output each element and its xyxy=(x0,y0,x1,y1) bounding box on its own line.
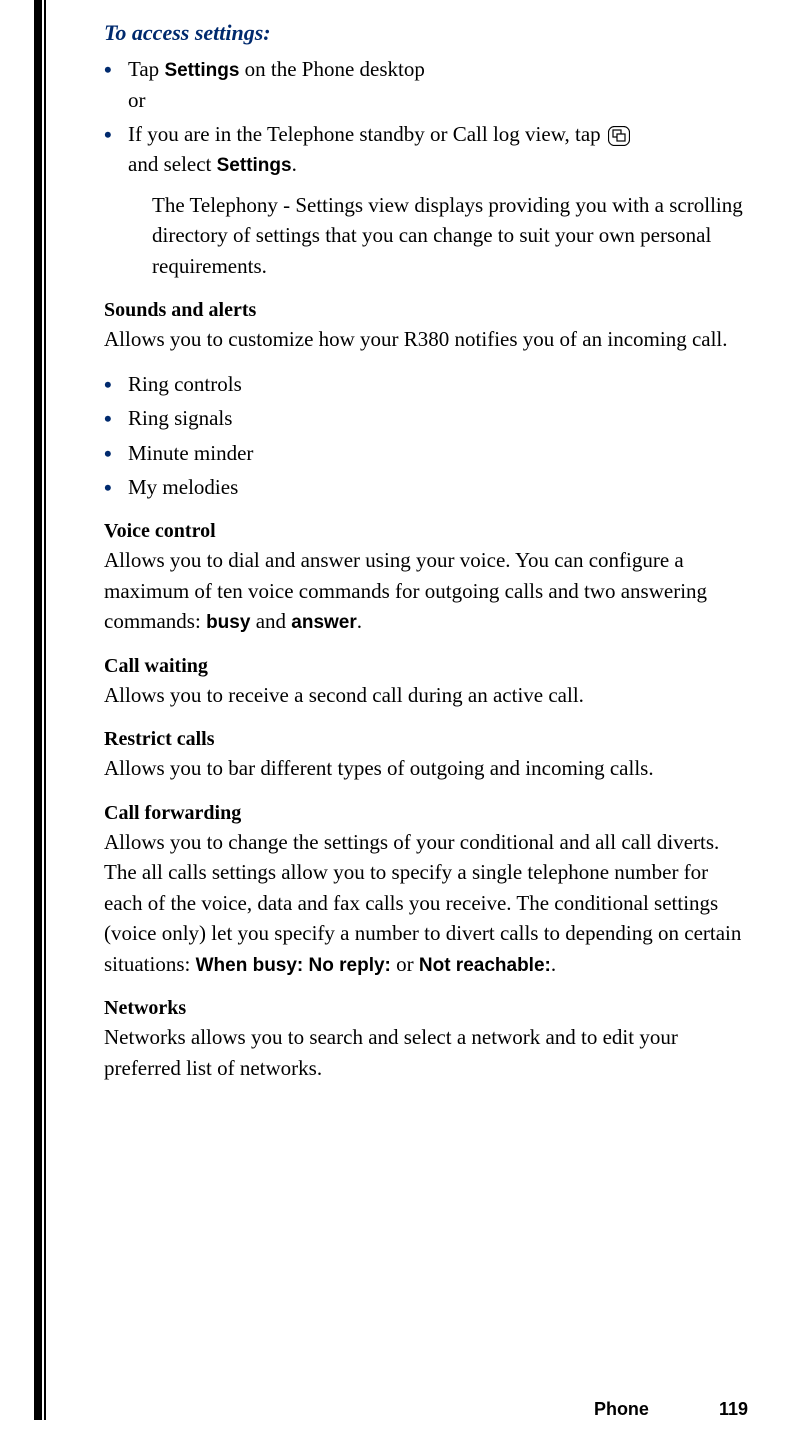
section-body: Allows you to bar different types of out… xyxy=(104,753,748,783)
windows-icon xyxy=(608,126,630,146)
list-item: My melodies xyxy=(104,472,748,502)
access-steps-list: Tap Settings on the Phone desktop or If … xyxy=(104,54,748,180)
list-item: Tap Settings on the Phone desktop or xyxy=(104,54,748,115)
section-body: Allows you to receive a second call duri… xyxy=(104,680,748,710)
when-busy-label: When busy: xyxy=(196,955,304,976)
section-body: Allows you to change the settings of you… xyxy=(104,827,748,979)
settings-label: Settings xyxy=(164,60,239,81)
section-title-restrict: Restrict calls xyxy=(104,728,748,751)
section-title-waiting: Call waiting xyxy=(104,655,748,678)
text: Allows you to dial and answer using your… xyxy=(104,548,707,633)
footer-section-label: Phone xyxy=(594,1399,649,1419)
list-item: Ring controls xyxy=(104,369,748,399)
text: on the Phone desktop xyxy=(239,57,424,81)
no-reply-label: No reply: xyxy=(309,955,391,976)
busy-label: busy xyxy=(206,612,250,633)
text-or: or xyxy=(128,88,146,112)
answer-label: answer xyxy=(291,612,356,633)
text: . xyxy=(551,952,556,976)
section-body: Allows you to customize how your R380 no… xyxy=(104,324,748,354)
page-footer: Phone 119 xyxy=(594,1399,748,1420)
text: . xyxy=(292,152,297,176)
list-item: Ring signals xyxy=(104,403,748,433)
settings-label: Settings xyxy=(217,155,292,176)
section-body: Allows you to dial and answer using your… xyxy=(104,545,748,636)
section-title-forwarding: Call forwarding xyxy=(104,802,748,825)
section-title-sounds: Sounds and alerts xyxy=(104,299,748,322)
document-page: To access settings: Tap Settings on the … xyxy=(44,0,786,1420)
section-title-voice: Voice control xyxy=(104,520,748,543)
text: Tap xyxy=(128,57,164,81)
text: and select xyxy=(128,152,217,176)
text: or xyxy=(391,952,419,976)
intro-heading: To access settings: xyxy=(104,20,748,46)
not-reachable-label: Not reachable: xyxy=(419,955,551,976)
text: If you are in the Telephone standby or C… xyxy=(128,122,606,146)
text: . xyxy=(357,609,362,633)
sounds-sublist: Ring controls Ring signals Minute minder… xyxy=(104,369,748,503)
list-item: If you are in the Telephone standby or C… xyxy=(104,119,748,180)
section-title-networks: Networks xyxy=(104,997,748,1020)
footer-page-number: 119 xyxy=(719,1399,748,1419)
list-item: Minute minder xyxy=(104,438,748,468)
text: and xyxy=(250,609,291,633)
indent-paragraph: The Telephony - Settings view displays p… xyxy=(152,190,748,281)
section-body: Networks allows you to search and select… xyxy=(104,1022,748,1083)
